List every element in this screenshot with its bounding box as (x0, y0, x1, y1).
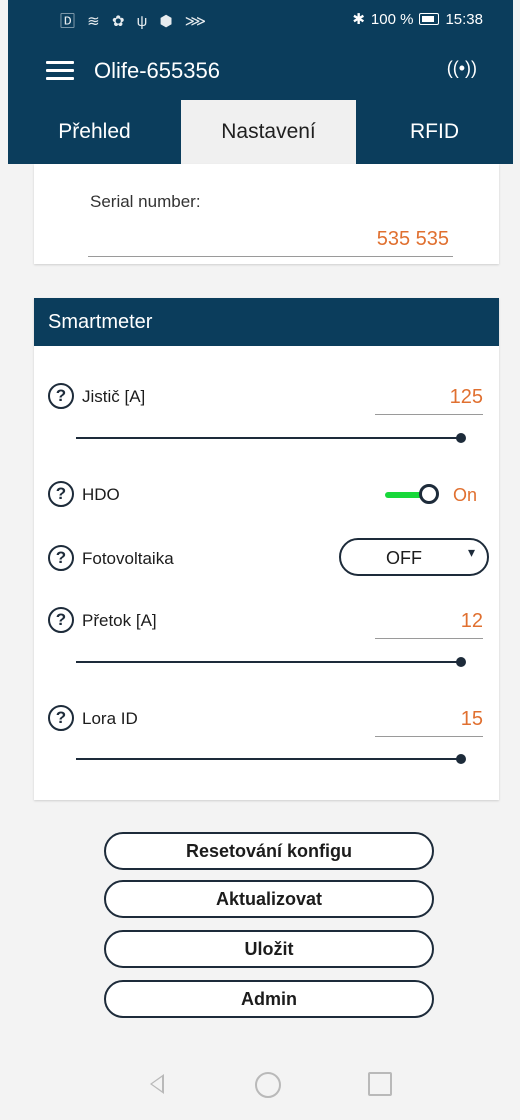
hdo-label: HDO (82, 485, 120, 504)
jistic-label: Jistič [A] (82, 387, 146, 406)
lora-input[interactable]: 15 (375, 702, 483, 737)
save-button[interactable]: Uložit (104, 930, 434, 968)
hdo-row: ? HDO On (34, 478, 499, 518)
pretok-input[interactable]: 12 (375, 604, 483, 639)
pretok-row: ? Přetok [A] 12 (34, 604, 499, 644)
clock: 15:38 (445, 10, 483, 28)
wireless-signal-icon[interactable]: ((•)) (447, 58, 477, 79)
screen: 🄳 ≋ ✿ ψ ⬢ ⋙ ✱ 100 % 15:38 Olife-655356 (… (8, 0, 513, 1120)
recent-apps-icon[interactable] (368, 1072, 392, 1096)
jistic-input[interactable]: 125 (375, 380, 483, 415)
jistic-row: ? Jistič [A] 125 (34, 380, 499, 420)
battery-icon (419, 13, 440, 25)
back-icon[interactable] (150, 1074, 164, 1094)
status-right: ✱ 100 % 15:38 (352, 10, 483, 29)
slider-track (76, 661, 458, 663)
status-bar: 🄳 ≋ ✿ ψ ⬢ ⋙ ✱ 100 % 15:38 (8, 0, 513, 38)
fotovoltaika-row: ? Fotovoltaika OFF ▾ (34, 538, 499, 582)
chevron-down-icon: ▾ (467, 544, 475, 560)
pretok-slider[interactable] (76, 655, 466, 669)
admin-button[interactable]: Admin (104, 980, 434, 1018)
battery-percent: 100 % (370, 10, 414, 28)
tab-nastaveni[interactable]: Nastavení (181, 100, 356, 164)
slider-thumb[interactable] (456, 657, 466, 667)
hdo-toggle[interactable] (385, 484, 439, 506)
status-notification-icons: 🄳 ≋ ✿ ψ ⬢ ⋙ (60, 13, 211, 30)
system-nav-bar (8, 1060, 513, 1120)
help-icon[interactable]: ? (48, 383, 74, 409)
lora-row: ? Lora ID 15 (34, 702, 499, 742)
tab-prehled[interactable]: Přehled (8, 100, 181, 164)
serial-number-value[interactable]: 535 535 (377, 228, 449, 251)
hdo-state: On (452, 485, 477, 505)
serial-number-label: Serial number: (90, 192, 201, 211)
slider-track (76, 758, 458, 760)
pretok-label: Přetok [A] (82, 611, 157, 630)
help-icon[interactable]: ? (48, 607, 74, 633)
app-bar: Olife-655356 ((•)) (8, 38, 513, 100)
hamburger-menu-icon[interactable] (46, 61, 74, 81)
home-icon[interactable] (255, 1072, 281, 1098)
slider-thumb[interactable] (456, 754, 466, 764)
help-icon[interactable]: ? (48, 481, 74, 507)
fotovoltaika-label: Fotovoltaika (82, 549, 174, 568)
smartmeter-header: Smartmeter (34, 298, 499, 346)
bluetooth-icon: ✱ (352, 11, 365, 28)
fotovoltaika-select[interactable]: OFF ▾ (339, 538, 489, 576)
smartmeter-card: Smartmeter ? Jistič [A] 125 ? HDO On ? F… (34, 298, 499, 800)
help-icon[interactable]: ? (48, 545, 74, 571)
lora-slider[interactable] (76, 752, 466, 766)
app-title: Olife-655356 (94, 58, 220, 83)
serial-number-underline (88, 256, 453, 257)
tab-bar: Přehled Nastavení RFID (8, 100, 513, 164)
tab-rfid[interactable]: RFID (356, 100, 513, 164)
serial-number-card: Serial number: 535 535 (34, 164, 499, 264)
fotovoltaika-selected: OFF (386, 548, 422, 568)
toggle-knob (419, 484, 439, 504)
slider-track (76, 437, 458, 439)
reset-config-button[interactable]: Resetování konfigu (104, 832, 434, 870)
help-icon[interactable]: ? (48, 705, 74, 731)
update-button[interactable]: Aktualizovat (104, 880, 434, 918)
lora-label: Lora ID (82, 709, 138, 728)
slider-thumb[interactable] (456, 433, 466, 443)
jistic-slider[interactable] (76, 431, 466, 445)
